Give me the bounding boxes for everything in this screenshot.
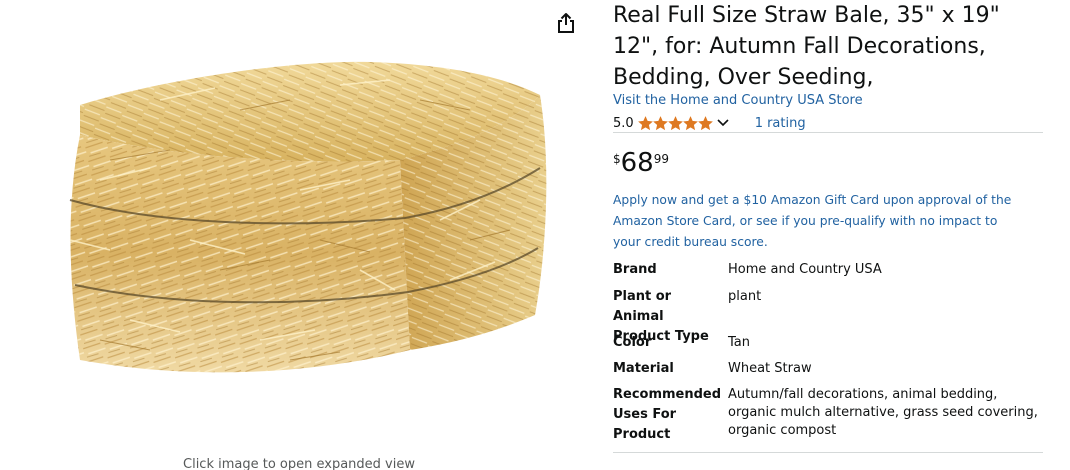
- spec-value: Autumn/fall decorations, animal bedding,…: [728, 387, 1038, 438]
- star-icon: [667, 115, 683, 130]
- rating-row: 5.0 1 rating: [613, 113, 806, 133]
- store-card-offer-link[interactable]: Apply now and get a $10 Amazon Gift Card…: [613, 190, 1023, 253]
- spec-label: Recommended Uses For Product: [613, 387, 722, 442]
- chevron-down-icon[interactable]: [717, 116, 731, 130]
- spec-label: Brand: [613, 262, 657, 277]
- product-title: Real Full Size Straw Bale, 35" x 19" 12"…: [613, 3, 1000, 90]
- divider: [613, 132, 1043, 133]
- star-icon: [682, 115, 698, 130]
- divider: [613, 452, 1043, 453]
- price: $ 68 99: [613, 146, 669, 180]
- star-rating[interactable]: [637, 115, 713, 131]
- star-icon: [652, 115, 668, 130]
- spec-value: Wheat Straw: [728, 361, 812, 376]
- product-page: Click image to open expanded view Real F…: [0, 0, 1070, 470]
- price-fraction: 99: [653, 152, 670, 166]
- price-whole: 68: [620, 148, 654, 178]
- expand-image-caption: Click image to open expanded view: [183, 457, 415, 470]
- star-icon: [637, 115, 653, 130]
- spec-value: Tan: [728, 335, 750, 350]
- product-image[interactable]: [40, 40, 570, 410]
- price-symbol: $: [613, 152, 621, 166]
- spec-label: Material: [613, 361, 674, 376]
- rating-value: 5.0: [613, 115, 634, 131]
- store-link[interactable]: Visit the Home and Country USA Store: [613, 93, 863, 108]
- rating-count-link[interactable]: 1 rating: [755, 116, 806, 131]
- share-icon: [558, 13, 574, 33]
- share-button[interactable]: [554, 10, 578, 36]
- spec-label: Color: [613, 335, 652, 350]
- star-icon: [697, 115, 713, 130]
- spec-value: plant: [728, 289, 762, 304]
- image-block: Click image to open expanded view: [0, 0, 590, 470]
- spec-value: Home and Country USA: [728, 262, 882, 277]
